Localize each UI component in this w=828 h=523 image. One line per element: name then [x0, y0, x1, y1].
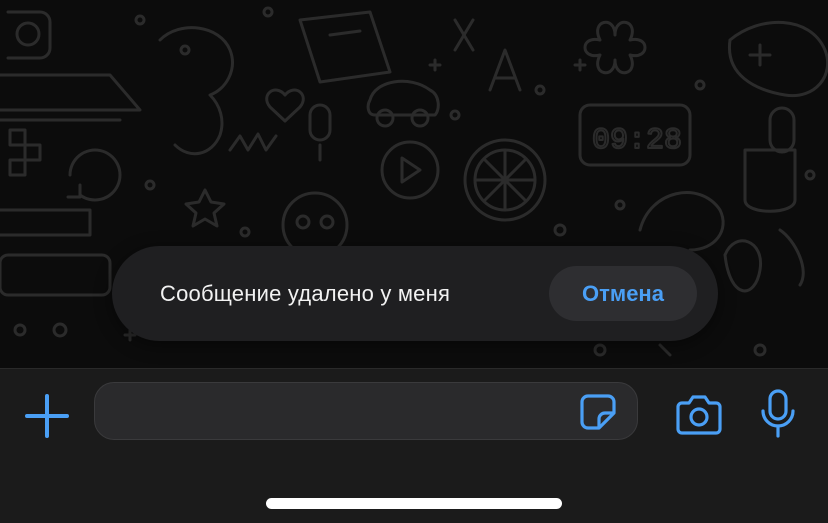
camera-icon: [676, 395, 722, 435]
sticker-button[interactable]: [579, 393, 617, 431]
camera-button[interactable]: [676, 393, 722, 435]
message-input[interactable]: [113, 383, 577, 441]
sticker-icon: [580, 394, 616, 430]
microphone-icon: [761, 389, 795, 438]
attach-button[interactable]: [24, 393, 70, 439]
plus-icon: [25, 394, 69, 438]
toast-message: Сообщение удалено у меня: [160, 281, 451, 306]
message-field[interactable]: [94, 382, 638, 441]
home-indicator[interactable]: [266, 498, 562, 509]
voice-message-button[interactable]: [760, 389, 796, 439]
deleted-message-toast: Сообщение удалено у меня Отмена: [112, 246, 718, 341]
chat-screen: 09:28 Сообщение удалено у меня Отмена: [0, 0, 828, 523]
undo-button[interactable]: Отмена: [549, 266, 697, 321]
doodle-clock-text: 09:28: [592, 124, 682, 158]
message-composer: [0, 368, 828, 523]
